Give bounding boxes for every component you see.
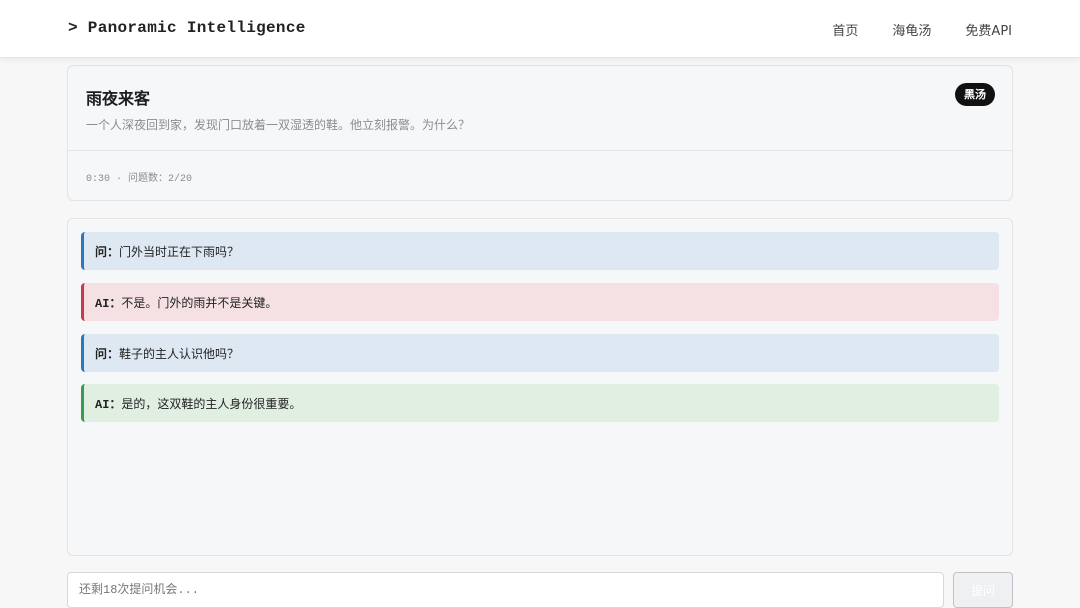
nav-turtle-soup-link[interactable]: 海龟汤	[892, 20, 931, 39]
message-text: 鞋子的主人认识他吗？	[119, 346, 240, 361]
timer-question-count: 0:30 · 问题数：2/20	[86, 174, 193, 185]
message-prefix: AI：	[95, 296, 122, 311]
site-logo[interactable]: > Panoramic Intelligence	[68, 19, 306, 37]
question-input-row: 提问	[67, 572, 1013, 608]
question-message: 问： 鞋子的主人认识他吗？	[81, 334, 999, 372]
puzzle-title: 雨夜来客	[86, 89, 151, 108]
message-text: 是的，这双鞋的主人身份很重要。	[121, 396, 302, 411]
question-input[interactable]	[67, 572, 944, 608]
main-nav: 首页 海龟汤 免费API	[832, 20, 1012, 39]
message-prefix: 问：	[95, 245, 120, 260]
nav-home-link[interactable]: 首页	[832, 20, 858, 39]
message-text: 不是。门外的雨并不是关键。	[121, 295, 278, 310]
ai-answer-no: AI： 不是。门外的雨并不是关键。	[81, 283, 999, 321]
puzzle-description: 一个人深夜回到家，发现门口放着一双湿透的鞋。他立刻报警。为什么？	[86, 118, 471, 132]
puzzle-card: 雨夜来客 黑汤 一个人深夜回到家，发现门口放着一双湿透的鞋。他立刻报警。为什么？…	[67, 65, 1013, 201]
question-message: 问： 门外当时正在下雨吗？	[81, 232, 999, 270]
difficulty-badge: 黑汤	[955, 83, 995, 106]
nav-free-api-link[interactable]: 免费API	[965, 20, 1012, 39]
divider	[68, 150, 1012, 151]
message-text: 门外当时正在下雨吗？	[119, 244, 240, 259]
top-nav-bar: > Panoramic Intelligence 首页 海龟汤 免费API	[0, 0, 1080, 58]
message-prefix: 问：	[95, 347, 120, 362]
message-prefix: AI：	[95, 397, 122, 412]
ai-answer-yes: AI： 是的，这双鞋的主人身份很重要。	[81, 384, 999, 422]
chat-panel[interactable]: 问： 门外当时正在下雨吗？ AI： 不是。门外的雨并不是关键。 问： 鞋子的主人…	[67, 218, 1013, 556]
ask-button[interactable]: 提问	[953, 572, 1013, 608]
